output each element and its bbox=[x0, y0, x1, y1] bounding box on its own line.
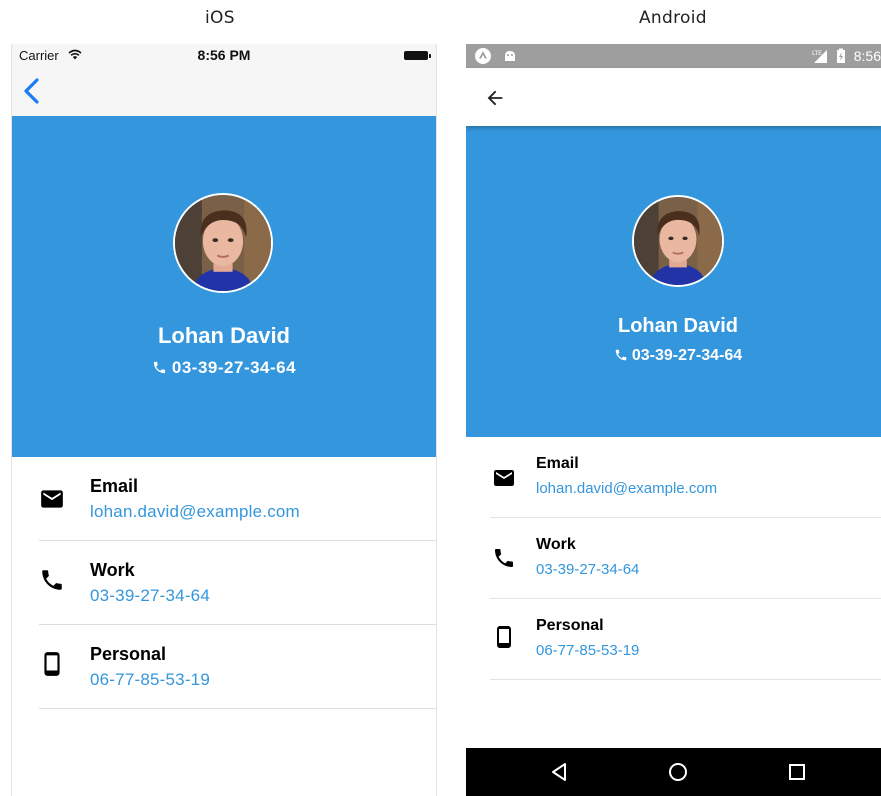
ios-platform-title: iOS bbox=[205, 8, 235, 28]
android-platform-title: Android bbox=[639, 8, 707, 28]
contact-name: Lohan David bbox=[617, 315, 738, 337]
detail-label: Email bbox=[536, 455, 579, 472]
app-launcher-icon bbox=[475, 48, 491, 64]
ios-status-bar: Carrier 8:56 PM bbox=[12, 44, 436, 66]
back-triangle-icon[interactable] bbox=[548, 760, 572, 784]
phone-icon bbox=[495, 549, 513, 567]
profile-header: Lohan David 03-39-27-34-64 bbox=[466, 126, 881, 437]
email-icon bbox=[41, 490, 63, 508]
detail-label: Email bbox=[90, 476, 139, 496]
recents-square-icon[interactable] bbox=[785, 760, 809, 784]
phone-icon bbox=[153, 361, 166, 374]
detail-label: Personal bbox=[90, 644, 167, 664]
profile-header: Lohan David 03-39-27-34-64 bbox=[12, 116, 436, 457]
battery-icon bbox=[404, 51, 431, 60]
detail-value: 06-77-85-53-19 bbox=[536, 642, 640, 659]
detail-row-personal[interactable]: Personal 06-77-85-53-19 bbox=[39, 625, 436, 709]
android-debug-icon bbox=[505, 51, 515, 61]
detail-row-email[interactable]: Email lohan.david@example.com bbox=[39, 457, 436, 541]
home-circle-icon[interactable] bbox=[666, 760, 690, 784]
ios-navigation-bar bbox=[12, 66, 436, 117]
svg-text:LTE: LTE bbox=[812, 50, 822, 57]
detail-value: 03-39-27-34-64 bbox=[90, 586, 210, 605]
phone-icon bbox=[615, 349, 627, 361]
detail-value: 06-77-85-53-19 bbox=[90, 670, 210, 689]
detail-value: 03-39-27-34-64 bbox=[536, 561, 640, 578]
contact-name: Lohan David bbox=[157, 323, 290, 348]
status-time: 8:56 PM bbox=[197, 47, 251, 63]
status-time: 8:56 bbox=[853, 48, 881, 64]
detail-value: lohan.david@example.com bbox=[90, 502, 300, 521]
contact-phone-number: 03-39-27-34-64 bbox=[171, 358, 297, 377]
detail-label: Personal bbox=[536, 617, 604, 634]
contact-phone[interactable]: 03-39-27-34-64 bbox=[12, 358, 436, 378]
contact-phone-number: 03-39-27-34-64 bbox=[631, 347, 743, 364]
avatar-photo bbox=[634, 197, 722, 285]
chevron-left-icon[interactable] bbox=[20, 76, 44, 106]
avatar bbox=[173, 193, 273, 293]
detail-row-work[interactable]: Work 03-39-27-34-64 bbox=[39, 541, 436, 625]
detail-label: Work bbox=[536, 536, 576, 553]
android-navigation-bar bbox=[466, 748, 881, 796]
detail-row-personal[interactable]: Personal 06-77-85-53-19 bbox=[490, 599, 881, 680]
android-toolbar bbox=[466, 68, 881, 126]
smartphone-icon bbox=[497, 626, 511, 648]
avatar bbox=[632, 195, 724, 287]
android-screen: LTE 8:56 Lohan David 03-39-27-34-64 Emai… bbox=[466, 44, 881, 796]
android-status-bar: LTE 8:56 bbox=[466, 44, 881, 68]
detail-label: Work bbox=[90, 560, 135, 580]
battery-charging-icon bbox=[837, 48, 845, 63]
avatar-photo bbox=[175, 195, 271, 291]
detail-row-email[interactable]: Email lohan.david@example.com bbox=[490, 437, 881, 518]
email-icon bbox=[494, 470, 514, 486]
arrow-back-icon[interactable] bbox=[484, 87, 506, 109]
detail-value: lohan.david@example.com bbox=[536, 480, 718, 497]
detail-row-work[interactable]: Work 03-39-27-34-64 bbox=[490, 518, 881, 599]
contact-phone[interactable]: 03-39-27-34-64 bbox=[466, 347, 881, 365]
lte-signal-icon: LTE bbox=[812, 50, 827, 63]
ios-screen: Carrier 8:56 PM Lohan David 03-39-27-34-… bbox=[11, 44, 437, 796]
phone-icon bbox=[42, 570, 62, 590]
smartphone-icon bbox=[44, 652, 60, 676]
